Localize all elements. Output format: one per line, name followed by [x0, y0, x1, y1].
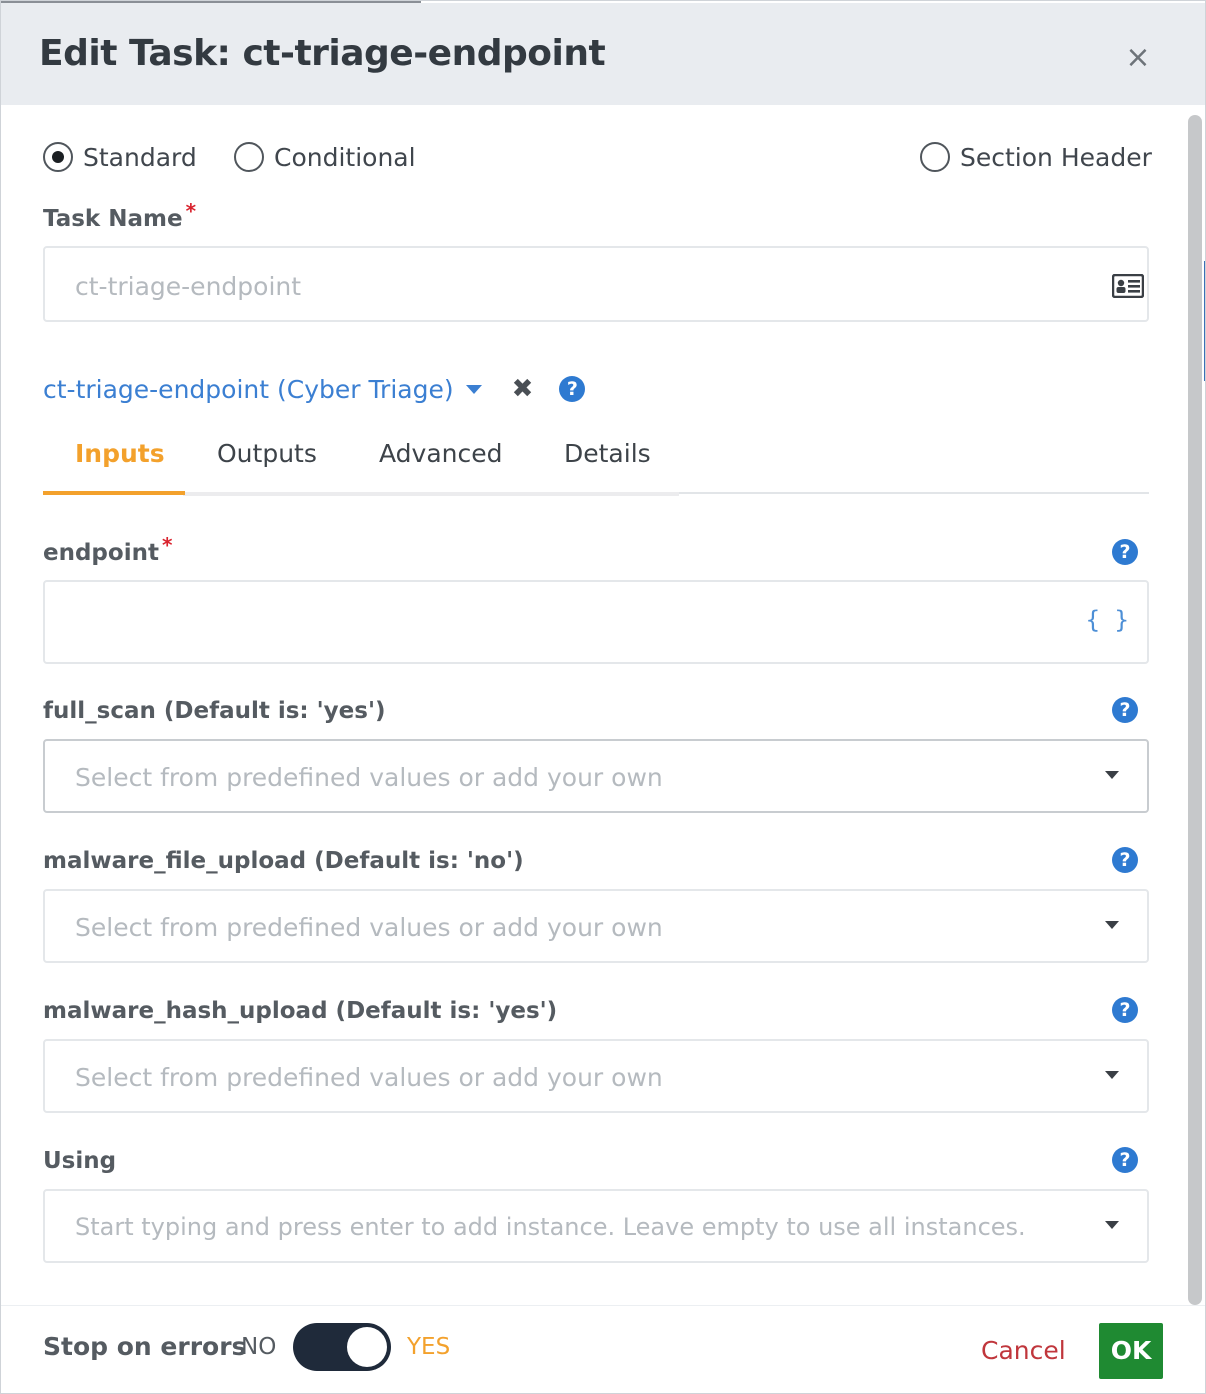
active-tab-underline — [43, 491, 185, 495]
scrollbar-thumb[interactable] — [1188, 115, 1202, 1305]
cancel-button[interactable]: Cancel — [981, 1336, 1066, 1365]
id-card-icon[interactable] — [1112, 274, 1144, 298]
using-select[interactable]: Start typing and press enter to add inst… — [43, 1189, 1149, 1263]
tabs-baseline-shadow — [183, 492, 679, 496]
toggle-yes-label: YES — [407, 1334, 451, 1360]
caret-down-icon[interactable] — [465, 384, 482, 394]
tab-advanced[interactable]: Advanced — [379, 439, 503, 468]
task-name-input[interactable]: ct-triage-endpoint — [43, 246, 1149, 322]
full-scan-label: full_scan (Default is: 'yes') — [43, 698, 386, 724]
full-scan-placeholder: Select from predefined values or add you… — [75, 763, 663, 792]
toggle-knob — [347, 1327, 387, 1367]
help-icon[interactable]: ? — [559, 376, 586, 402]
radio-conditional[interactable]: Conditional — [234, 142, 416, 172]
malware-hash-upload-select[interactable]: Select from predefined values or add you… — [43, 1039, 1149, 1113]
malware-file-upload-placeholder: Select from predefined values or add you… — [75, 913, 663, 942]
caret-down-icon[interactable] — [1105, 771, 1119, 779]
help-icon[interactable]: ? — [1112, 997, 1138, 1023]
help-icon[interactable]: ? — [1112, 539, 1138, 565]
caret-down-icon[interactable] — [1105, 921, 1119, 929]
using-label: Using — [43, 1148, 117, 1174]
help-icon[interactable]: ? — [1112, 1147, 1138, 1173]
dialog-title: Edit Task: ct-triage-endpoint — [39, 33, 606, 74]
full-scan-select[interactable]: Select from predefined values or add you… — [43, 739, 1149, 813]
caret-down-icon[interactable] — [1105, 1071, 1119, 1079]
malware-file-upload-label: malware_file_upload (Default is: 'no') — [43, 848, 524, 874]
caret-down-icon[interactable] — [1105, 1221, 1119, 1229]
braces-icon[interactable]: { } — [1086, 606, 1129, 634]
endpoint-label: endpoint * — [43, 533, 172, 566]
ok-button[interactable]: OK — [1099, 1323, 1163, 1379]
close-icon[interactable]: × — [1123, 43, 1153, 73]
clear-icon[interactable]: ✖ — [512, 376, 534, 402]
toggle-no-label: NO — [241, 1334, 277, 1360]
radio-section-header[interactable]: Section Header — [920, 142, 1152, 172]
task-name-placeholder: ct-triage-endpoint — [75, 272, 302, 301]
tab-inputs[interactable]: Inputs — [75, 439, 165, 468]
malware-file-upload-select[interactable]: Select from predefined values or add you… — [43, 889, 1149, 963]
task-name-label: Task Name * — [43, 199, 196, 232]
radio-standard-label: Standard — [83, 142, 197, 172]
radio-section-header-label: Section Header — [960, 142, 1152, 172]
radio-standard[interactable]: Standard — [43, 142, 197, 172]
endpoint-label-text: endpoint — [43, 540, 159, 566]
edit-task-dialog: Edit Task: ct-triage-endpoint × Standard… — [0, 0, 1206, 1394]
task-name-label-text: Task Name — [43, 206, 183, 232]
help-icon[interactable]: ? — [1112, 697, 1138, 723]
radio-unchecked-icon — [234, 142, 264, 172]
dialog-header: Edit Task: ct-triage-endpoint × — [1, 3, 1205, 105]
radio-checked-icon — [43, 142, 73, 172]
tab-outputs[interactable]: Outputs — [217, 439, 317, 468]
dialog-footer: Stop on errors NO YES Cancel OK — [1, 1305, 1205, 1393]
tabs-bar: Inputs Outputs Advanced Details — [43, 431, 1149, 496]
malware-hash-upload-placeholder: Select from predefined values or add you… — [75, 1063, 663, 1092]
stop-on-errors-label: Stop on errors — [43, 1332, 247, 1361]
integration-link[interactable]: ct-triage-endpoint (Cyber Triage) — [43, 375, 454, 404]
using-placeholder: Start typing and press enter to add inst… — [75, 1213, 1026, 1241]
stop-on-errors-toggle[interactable] — [293, 1323, 391, 1371]
endpoint-input[interactable]: { } — [43, 580, 1149, 664]
malware-hash-upload-label: malware_hash_upload (Default is: 'yes') — [43, 998, 558, 1024]
radio-conditional-label: Conditional — [274, 142, 416, 172]
tab-details[interactable]: Details — [564, 439, 651, 468]
required-mark: * — [185, 199, 197, 223]
integration-selector: ct-triage-endpoint (Cyber Triage) ✖ ? — [43, 371, 586, 407]
radio-unchecked-icon — [920, 142, 950, 172]
help-icon[interactable]: ? — [1112, 847, 1138, 873]
required-mark: * — [161, 533, 173, 557]
